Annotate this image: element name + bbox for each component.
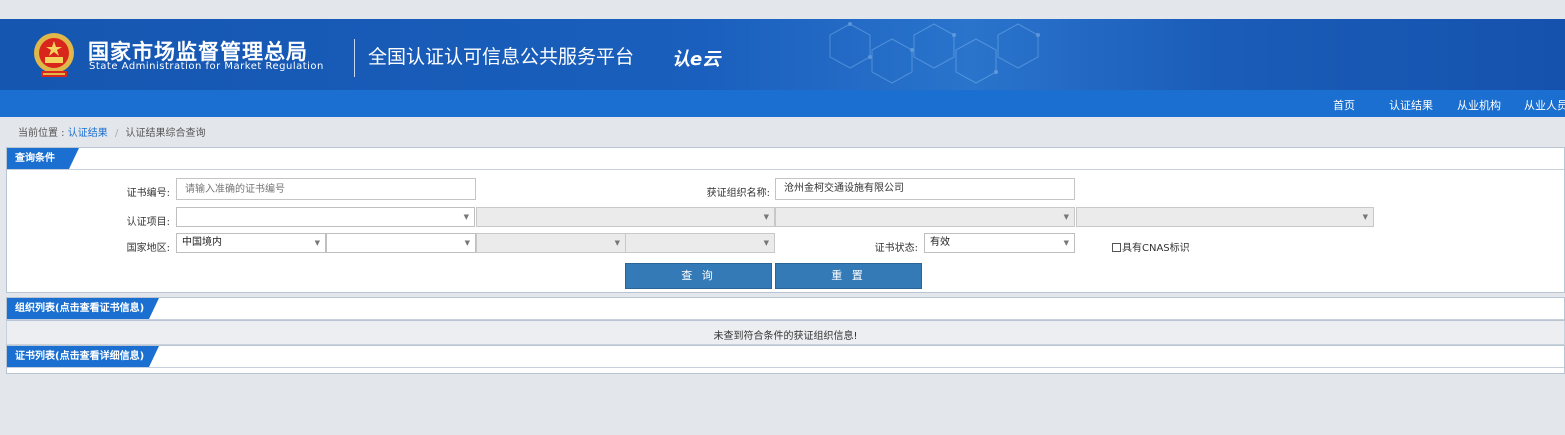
title-divider <box>354 39 355 77</box>
status-select-value: 有效 <box>930 237 950 248</box>
cnas-checkbox[interactable]: 具有CNAS标识 <box>1112 239 1190 254</box>
reset-button[interactable]: 重 置 <box>775 263 922 289</box>
status-select[interactable]: 有效 ▼ <box>924 233 1075 253</box>
org-list-title: 组织列表(点击查看证书信息) <box>7 298 159 319</box>
chevron-down-icon: ▼ <box>1362 213 1368 221</box>
platform-logo: 认e云 <box>672 49 721 70</box>
region-select-1-value: 中国境内 <box>182 237 222 248</box>
platform-title: 全国认证认可信息公共服务平台 <box>368 46 635 68</box>
org-list-empty-row: 未查到符合条件的获证组织信息! <box>6 321 1565 345</box>
nav-item-institutions[interactable]: 从业机构 <box>1457 97 1501 113</box>
national-emblem-icon <box>34 33 74 77</box>
breadcrumb: 当前位置 : 认证结果 / 认证结果综合查询 <box>18 124 206 139</box>
region-select-2[interactable]: ▼ <box>326 233 476 253</box>
nav-item-home[interactable]: 首页 <box>1333 97 1355 113</box>
chevron-down-icon: ▼ <box>1063 239 1069 247</box>
org-name-input[interactable]: 沧州金柯交通设施有限公司 <box>775 178 1075 200</box>
chevron-down-icon: ▼ <box>614 239 620 247</box>
query-panel-header: 查询条件 <box>7 148 1564 170</box>
top-strip <box>0 0 1565 19</box>
chevron-down-icon: ▼ <box>464 239 470 247</box>
org-name-en: State Administration for Market Regulati… <box>89 61 324 72</box>
project-select-3[interactable]: ▼ <box>775 207 1075 227</box>
hexagon-pattern <box>829 22 1040 84</box>
chevron-down-icon: ▼ <box>763 213 769 221</box>
query-panel-title: 查询条件 <box>7 148 79 169</box>
cert-list-header: 证书列表(点击查看详细信息) <box>7 346 1564 368</box>
search-button[interactable]: 查 询 <box>625 263 772 289</box>
org-list-panel: 组织列表(点击查看证书信息) <box>6 297 1565 321</box>
region-select-1[interactable]: 中国境内 ▼ <box>176 233 326 253</box>
region-select-4[interactable]: ▼ <box>625 233 775 253</box>
cert-no-label: 证书编号: <box>126 188 170 199</box>
breadcrumb-link[interactable]: 认证结果 <box>68 128 108 139</box>
breadcrumb-current: 认证结果综合查询 <box>125 128 206 139</box>
status-label: 证书状态: <box>874 243 918 254</box>
site-banner: 国家市场监督管理总局 State Administration for Mark… <box>0 19 1565 90</box>
breadcrumb-prefix: 当前位置 : <box>18 128 65 139</box>
region-select-3[interactable]: ▼ <box>476 233 626 253</box>
project-select-2[interactable]: ▼ <box>476 207 775 227</box>
cnas-label: 具有CNAS标识 <box>1122 243 1190 254</box>
org-list-empty-message: 未查到符合条件的获证组织信息! <box>713 331 858 342</box>
chevron-down-icon: ▼ <box>463 213 469 221</box>
chevron-down-icon: ▼ <box>314 239 320 247</box>
org-name-label: 获证组织名称: <box>706 188 770 199</box>
breadcrumb-separator: / <box>114 128 119 139</box>
chevron-down-icon: ▼ <box>1063 213 1069 221</box>
org-list-header: 组织列表(点击查看证书信息) <box>7 298 1564 320</box>
project-label: 认证项目: <box>126 217 170 228</box>
project-select-4[interactable]: ▼ <box>1076 207 1374 227</box>
main-nav: 首页 认证结果 从业机构 从业人员 <box>0 90 1565 117</box>
checkbox-icon[interactable] <box>1112 243 1121 252</box>
region-label: 国家地区: <box>126 243 170 254</box>
nav-item-cert-results[interactable]: 认证结果 <box>1389 97 1433 113</box>
nav-item-personnel[interactable]: 从业人员 <box>1524 97 1565 113</box>
cert-list-title: 证书列表(点击查看详细信息) <box>7 346 159 367</box>
chevron-down-icon: ▼ <box>763 239 769 247</box>
cert-list-panel: 证书列表(点击查看详细信息) <box>6 345 1565 374</box>
cert-no-input[interactable] <box>176 178 476 200</box>
project-select-1[interactable]: ▼ <box>176 207 475 227</box>
